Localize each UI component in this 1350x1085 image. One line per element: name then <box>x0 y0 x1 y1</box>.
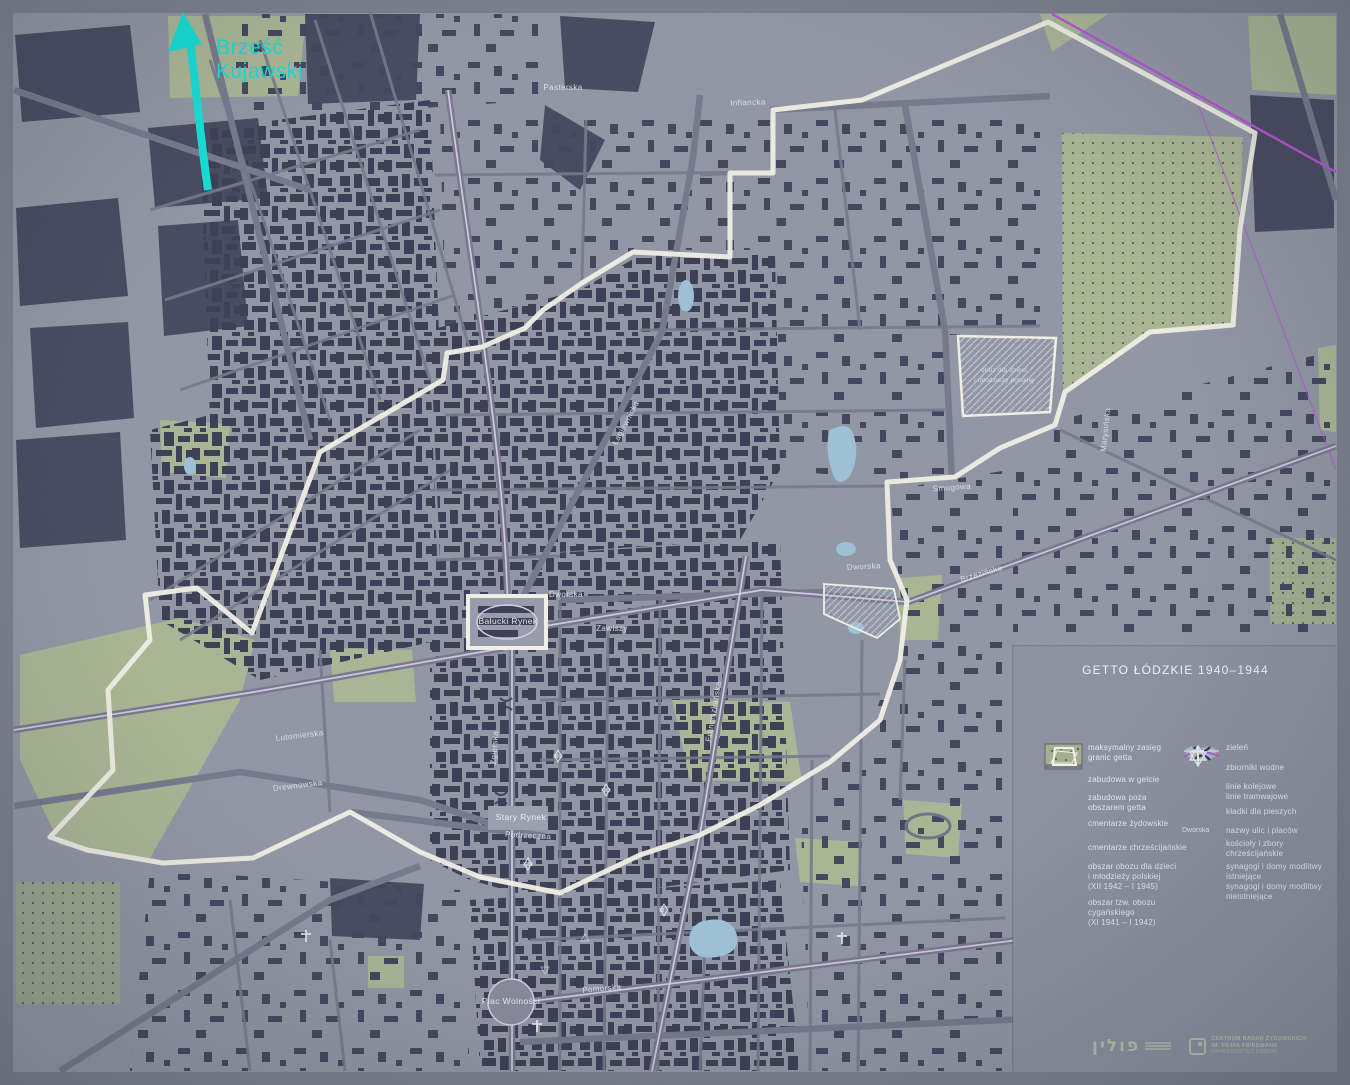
legend-item-street-names: Dworska nazwy ulic i placów <box>1182 826 1298 835</box>
legend-item-railways: linie kolejowe <box>1182 748 1342 792</box>
legend-item-tramways: linie tramwajowe <box>1184 750 1289 801</box>
direction-label-line1: Brześć <box>216 36 284 59</box>
legend-item-gypsy-camp: obszar tzw. obozu cygańskiego (XI 1941 –… <box>1044 743 1194 928</box>
jewish-research-center-logo: CENTRUM BADAŃ ŻYDOWSKICH IM. FILIPA FRIE… <box>1189 1036 1306 1056</box>
research-center-icon <box>1189 1037 1207 1055</box>
legend-item-buildings-outside: zabudowa poza obszarem getta <box>1044 743 1194 813</box>
legend-item-buildings-in-ghetto: zabudowa w getcie <box>1044 743 1194 785</box>
direction-label-line2: Kujawski <box>216 60 303 83</box>
legend-item-synagogues-former: synagogi i domy modlitwy nieistniejące <box>1182 744 1342 902</box>
legend-left-column: maksymalny zasięg granic getta zabudowa … <box>1044 743 1194 928</box>
legend-logos: פולין CENTRUM BADAŃ ŻYDOWSKICH IM. FILIP… <box>1092 1036 1306 1056</box>
legend-right-column: zieleń zbiorniki wodne linie kolejowe li… <box>1182 743 1342 902</box>
legend-title: GETTO ŁÓDZKIE 1940–1944 <box>1082 663 1269 677</box>
street-name-sample: Dworska <box>1182 827 1210 834</box>
direction-label: Brześć Kujawski <box>216 36 303 84</box>
polin-museum-logo: פולין <box>1092 1036 1172 1056</box>
legend-item-jewish-cemeteries: cmentarze żydowskie <box>1044 743 1194 829</box>
legend-item-christian-cemeteries: cmentarze chrześcijańskie <box>1044 743 1194 853</box>
legend-panel: GETTO ŁÓDZKIE 1940–1944 maksymalny zasię… <box>1013 646 1337 1072</box>
legend-item-children-camp: obszar obozu dla dzieci i młodzieży pols… <box>1044 743 1194 892</box>
polin-logo-text-bars <box>1145 1041 1172 1051</box>
legend-item-synagogues-existing: synagogi i domy modlitwy istniejące <box>1182 744 1342 882</box>
legend-item-churches: kościoły i zbory chrześcijańskie <box>1192 746 1284 858</box>
legend-item-footbridges: kładki dla pieszych <box>1182 746 1342 817</box>
map-sheet: Zgierska Łagiewnicka Franciszkańska Lutomie… <box>0 0 1350 1085</box>
polin-logo-glyphs: פולין <box>1092 1036 1141 1056</box>
